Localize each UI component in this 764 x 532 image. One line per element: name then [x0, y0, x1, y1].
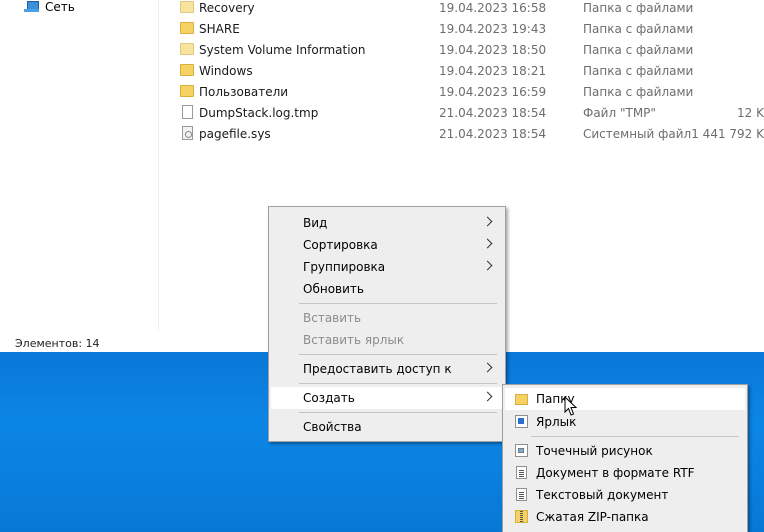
file-name: Windows	[199, 63, 253, 78]
file-row[interactable]: pagefile.sys 21.04.2023 18:54 Системный …	[158, 123, 764, 144]
submenu-item-bitmap[interactable]: Точечный рисунок	[505, 440, 745, 462]
chevron-right-icon	[482, 216, 493, 227]
menu-item-paste: Вставить	[271, 307, 503, 329]
shortcut-icon	[515, 415, 528, 428]
menu-item-label: Вставить	[303, 311, 362, 325]
menu-item-label: Документ в формате RTF	[536, 466, 695, 480]
menu-separator	[299, 412, 497, 413]
menu-item-refresh[interactable]: Обновить	[271, 278, 503, 300]
file-row[interactable]: System Volume Information 19.04.2023 18:…	[158, 39, 764, 60]
file-size: 12 K	[737, 105, 764, 120]
menu-item-create[interactable]: Создать	[271, 387, 503, 409]
chevron-right-icon	[482, 391, 493, 402]
menu-separator	[299, 354, 497, 355]
menu-item-share-access[interactable]: Предоставить доступ к	[271, 358, 503, 380]
file-name: DumpStack.log.tmp	[199, 105, 319, 120]
folder-icon	[180, 85, 194, 97]
menu-item-group[interactable]: Группировка	[271, 256, 503, 278]
zip-folder-icon	[515, 510, 528, 523]
context-menu: Вид Сортировка Группировка Обновить Вста…	[268, 206, 506, 442]
file-row[interactable]: SHARE 19.04.2023 19:43 Папка с файлами	[158, 18, 764, 39]
file-name: pagefile.sys	[199, 126, 271, 141]
file-type: Папка с файлами	[583, 21, 694, 36]
folder-icon	[180, 1, 194, 13]
menu-item-label: Предоставить доступ к	[303, 362, 452, 376]
folder-icon	[515, 394, 528, 405]
file-size: 1 441 792 K	[691, 126, 764, 141]
file-date: 19.04.2023 18:50	[439, 42, 547, 57]
create-submenu: Папку Ярлык Точечный рисунок Документ в …	[502, 384, 748, 532]
file-name: SHARE	[199, 21, 240, 36]
submenu-item-folder[interactable]: Папку	[505, 388, 745, 410]
folder-icon	[180, 43, 194, 55]
file-type: Папка с файлами	[583, 63, 694, 78]
menu-separator	[531, 436, 739, 437]
menu-item-label: Создать	[303, 391, 355, 405]
folder-icon	[180, 64, 194, 76]
network-icon	[24, 0, 39, 14]
file-date: 21.04.2023 18:54	[439, 126, 547, 141]
system-file-icon	[182, 126, 193, 140]
submenu-item-zip[interactable]: Сжатая ZIP-папка	[505, 506, 745, 528]
file-date: 19.04.2023 16:59	[439, 84, 547, 99]
file-date: 19.04.2023 19:43	[439, 21, 547, 36]
nav-item-network[interactable]: Сеть	[24, 0, 75, 15]
file-date: 19.04.2023 16:58	[439, 0, 547, 15]
menu-item-view[interactable]: Вид	[271, 212, 503, 234]
menu-item-label: Группировка	[303, 260, 386, 274]
menu-item-label: Сортировка	[303, 238, 378, 252]
file-row[interactable]: DumpStack.log.tmp 21.04.2023 18:54 Файл …	[158, 102, 764, 123]
nav-item-label: Сеть	[45, 0, 75, 14]
menu-item-label: Точечный рисунок	[536, 444, 653, 458]
items-count: Элементов: 14	[15, 337, 100, 350]
chevron-right-icon	[482, 362, 493, 373]
rtf-document-icon	[516, 466, 527, 479]
navigation-pane: Сеть	[0, 0, 159, 330]
menu-item-label: Сжатая ZIP-папка	[536, 510, 649, 524]
file-name: Recovery	[199, 0, 255, 15]
menu-item-properties[interactable]: Свойства	[271, 416, 503, 438]
bitmap-icon	[515, 444, 528, 457]
text-document-icon	[516, 488, 527, 501]
menu-item-label: Текстовый документ	[536, 488, 669, 502]
file-date: 19.04.2023 18:21	[439, 63, 547, 78]
submenu-item-rtf[interactable]: Документ в формате RTF	[505, 462, 745, 484]
file-date: 21.04.2023 18:54	[439, 105, 547, 120]
folder-icon	[180, 22, 194, 34]
submenu-item-text[interactable]: Текстовый документ	[505, 484, 745, 506]
menu-item-label: Обновить	[303, 282, 364, 296]
file-row[interactable]: Пользователи 19.04.2023 16:59 Папка с фа…	[158, 81, 764, 102]
menu-item-label: Свойства	[303, 420, 362, 434]
file-row[interactable]: Recovery 19.04.2023 16:58 Папка с файлам…	[158, 0, 764, 18]
mouse-cursor-icon	[564, 396, 578, 416]
menu-item-paste-shortcut: Вставить ярлык	[271, 329, 503, 351]
file-type: Папка с файлами	[583, 0, 694, 15]
file-name: System Volume Information	[199, 42, 366, 57]
file-name: Пользователи	[199, 84, 289, 99]
file-row[interactable]: Windows 19.04.2023 18:21 Папка с файлами	[158, 60, 764, 81]
menu-separator	[299, 303, 497, 304]
chevron-right-icon	[482, 260, 493, 271]
chevron-right-icon	[482, 238, 493, 249]
file-type: Системный файл	[583, 126, 692, 141]
menu-item-label: Вставить ярлык	[303, 333, 405, 347]
menu-item-sort[interactable]: Сортировка	[271, 234, 503, 256]
menu-separator	[299, 383, 497, 384]
file-icon	[182, 105, 193, 119]
file-type: Файл "TMP"	[583, 105, 656, 120]
file-type: Папка с файлами	[583, 42, 694, 57]
submenu-item-shortcut[interactable]: Ярлык	[505, 411, 745, 433]
menu-item-label: Вид	[303, 216, 328, 230]
file-type: Папка с файлами	[583, 84, 694, 99]
